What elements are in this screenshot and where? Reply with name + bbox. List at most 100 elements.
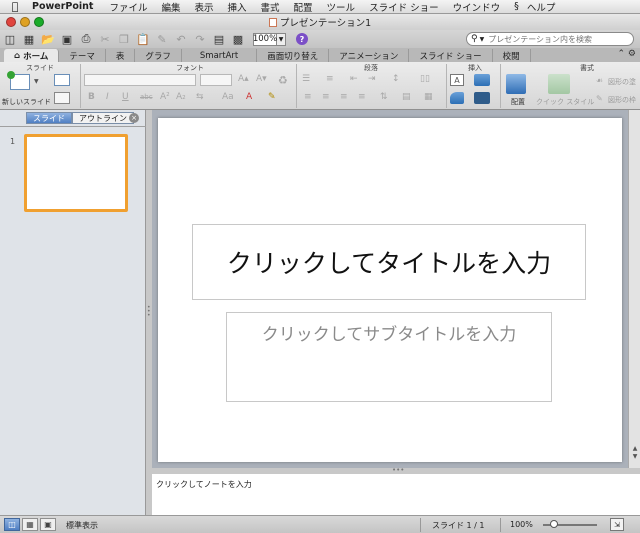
- undo-icon[interactable]: ↶: [173, 32, 189, 46]
- scroll-up-icon[interactable]: ▲: [630, 446, 640, 452]
- menu-slideshow[interactable]: スライド ショー: [369, 0, 439, 14]
- italic-icon[interactable]: I: [106, 92, 109, 102]
- menu-view[interactable]: 表示: [194, 0, 213, 14]
- menu-arrange[interactable]: 配置: [294, 0, 313, 14]
- align-left-icon[interactable]: ≡: [304, 92, 312, 102]
- normal-view-button[interactable]: ◫: [4, 518, 20, 531]
- copy-icon[interactable]: ❐: [116, 32, 132, 46]
- menu-help[interactable]: ヘルプ: [527, 0, 556, 14]
- tab-tables[interactable]: 表: [106, 49, 136, 62]
- convert-smartart-icon[interactable]: ▦: [424, 92, 433, 102]
- menu-window[interactable]: ウインドウ: [453, 0, 501, 14]
- open-icon[interactable]: 📂: [40, 32, 56, 46]
- subtitle-placeholder[interactable]: クリックしてサブタイトルを入力: [226, 312, 552, 402]
- title-placeholder[interactable]: クリックしてタイトルを入力: [192, 224, 586, 300]
- character-spacing-icon[interactable]: ⇆: [196, 92, 204, 102]
- tab-slides[interactable]: スライド: [26, 112, 72, 124]
- insert-table-icon[interactable]: ▤: [211, 32, 227, 46]
- menu-insert[interactable]: 挿入: [228, 0, 247, 14]
- shape-icon[interactable]: [450, 92, 464, 104]
- settings-gear-icon[interactable]: ⚙: [628, 49, 636, 59]
- underline-icon[interactable]: U: [122, 92, 129, 102]
- menu-tools[interactable]: ツール: [327, 0, 356, 14]
- bold-icon[interactable]: B: [88, 92, 95, 102]
- zoom-slider-knob[interactable]: [550, 520, 558, 528]
- tab-slideshow[interactable]: スライド ショー: [409, 49, 493, 62]
- save-icon[interactable]: ▣: [59, 32, 75, 46]
- strikethrough-icon[interactable]: abc: [140, 93, 153, 101]
- scroll-down-icon[interactable]: ▼: [630, 454, 640, 460]
- tab-transitions[interactable]: 画面切り替え: [257, 49, 330, 62]
- zoom-input[interactable]: 100%: [253, 32, 277, 46]
- superscript-icon[interactable]: A²: [160, 92, 170, 102]
- search-options-icon[interactable]: ▼: [480, 36, 485, 43]
- vertical-scrollbar[interactable]: ▲ ▼: [628, 110, 640, 468]
- shrink-font-icon[interactable]: A▾: [256, 74, 267, 84]
- menu-edit[interactable]: 編集: [161, 0, 180, 14]
- gallery-icon[interactable]: ▦: [21, 32, 37, 46]
- slide-thumbnail[interactable]: [24, 134, 128, 212]
- subscript-icon[interactable]: A₂: [176, 92, 186, 102]
- help-icon[interactable]: ?: [296, 33, 308, 45]
- tab-animations[interactable]: アニメーション: [329, 49, 410, 62]
- script-menu-icon[interactable]: §: [514, 1, 519, 12]
- quick-style-icon[interactable]: [548, 74, 570, 94]
- close-pane-icon[interactable]: ×: [129, 113, 139, 123]
- tab-themes[interactable]: テーマ: [59, 49, 106, 62]
- line-spacing-icon[interactable]: ↕: [392, 74, 400, 84]
- section-icon[interactable]: [54, 92, 70, 104]
- new-slide-icon[interactable]: [7, 71, 30, 90]
- menu-format[interactable]: 書式: [261, 0, 280, 14]
- apple-icon[interactable]: : [8, 0, 22, 13]
- redo-icon[interactable]: ↷: [192, 32, 208, 46]
- new-slide-label[interactable]: 新しいスライド: [2, 97, 51, 107]
- font-color-icon[interactable]: A: [246, 92, 252, 102]
- text-box-icon[interactable]: A: [450, 74, 464, 86]
- slideshow-view-button[interactable]: ▣: [40, 518, 56, 531]
- paste-icon[interactable]: 📋: [135, 32, 151, 46]
- tab-smartart[interactable]: SmartArt: [182, 49, 258, 62]
- shape-line-icon[interactable]: ✎: [596, 94, 603, 103]
- slide-sorter-button[interactable]: ▦: [22, 518, 38, 531]
- zoom-dropdown-icon[interactable]: ▼: [277, 32, 286, 46]
- search-field[interactable]: ⚲ ▼: [466, 32, 634, 46]
- menu-app-name[interactable]: PowerPoint: [32, 1, 93, 12]
- search-input[interactable]: [488, 34, 619, 44]
- shape-fill-label[interactable]: 図形の塗: [608, 77, 636, 87]
- align-text-icon[interactable]: ▤: [402, 92, 411, 102]
- tab-charts[interactable]: グラフ: [135, 49, 182, 62]
- text-direction-icon[interactable]: ⇅: [380, 92, 388, 102]
- change-case-icon[interactable]: Aa: [222, 92, 234, 102]
- cut-icon[interactable]: ✂: [97, 32, 113, 46]
- format-painter-icon[interactable]: ✎: [154, 32, 170, 46]
- new-slide-dropdown-icon[interactable]: ▼: [34, 78, 39, 85]
- layout-icon[interactable]: [54, 74, 70, 86]
- align-right-icon[interactable]: ≡: [340, 92, 348, 102]
- bullets-icon[interactable]: ☰: [302, 74, 310, 84]
- tab-outline[interactable]: アウトライン: [72, 112, 134, 124]
- menu-file[interactable]: ファイル: [109, 0, 147, 14]
- highlight-icon[interactable]: ✎: [268, 92, 276, 102]
- quick-style-label[interactable]: クイック スタイル: [536, 97, 594, 107]
- slide-canvas[interactable]: クリックしてタイトルを入力 クリックしてサブタイトルを入力: [158, 118, 622, 462]
- font-name-field[interactable]: [84, 74, 196, 86]
- shape-line-label[interactable]: 図形の枠: [608, 95, 636, 105]
- tab-review[interactable]: 校閲: [493, 49, 531, 62]
- align-center-icon[interactable]: ≡: [322, 92, 330, 102]
- columns-icon[interactable]: ▯▯: [420, 74, 430, 84]
- arrange-label[interactable]: 配置: [511, 97, 525, 107]
- print-icon[interactable]: ⎙: [78, 32, 94, 46]
- grow-font-icon[interactable]: A▴: [238, 74, 249, 84]
- picture-icon[interactable]: [474, 74, 490, 86]
- increase-indent-icon[interactable]: ⇥: [368, 74, 376, 84]
- shape-fill-icon[interactable]: ☙: [596, 76, 603, 85]
- media-browser-icon[interactable]: ▩: [230, 32, 246, 46]
- new-document-icon[interactable]: ◫: [2, 32, 18, 46]
- notes-pane[interactable]: クリックしてノートを入力: [152, 474, 640, 515]
- collapse-ribbon-icon[interactable]: ⌃: [618, 49, 626, 59]
- tab-home[interactable]: ⌂ ホーム: [4, 49, 60, 62]
- fit-to-window-icon[interactable]: ⇲: [610, 518, 624, 531]
- numbering-icon[interactable]: ≡: [326, 74, 334, 84]
- arrange-icon[interactable]: [506, 74, 526, 94]
- justify-icon[interactable]: ≡: [358, 92, 366, 102]
